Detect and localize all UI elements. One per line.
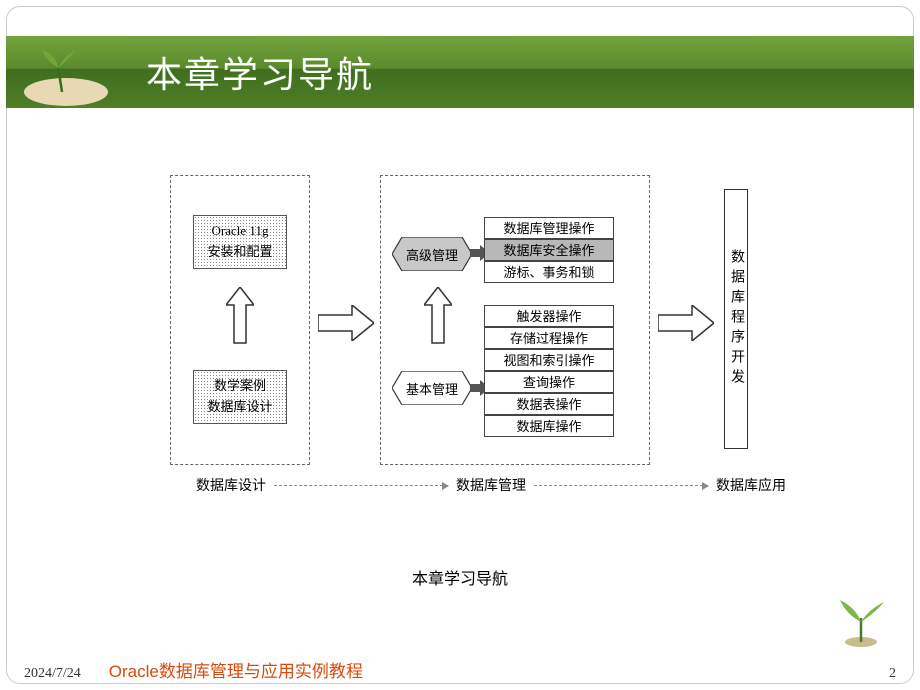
diagram: Oracle 11g 安装和配置 数学案例 数据库设计 高级管理 数据库管理操作… — [170, 175, 790, 495]
dash-arrow-icon — [534, 485, 708, 486]
seedling-icon — [16, 30, 116, 110]
cell: 视图和索引操作 — [484, 349, 614, 371]
footer-date: 2024/7/24 — [24, 666, 81, 682]
cell: 数据库管理操作 — [484, 217, 614, 239]
bottom-labels: 数据库设计 数据库管理 数据库应用 — [170, 475, 790, 495]
cell: 数据库操作 — [484, 415, 614, 437]
text: 数学案例 — [214, 376, 266, 397]
cell: 游标、事务和锁 — [484, 261, 614, 283]
text: Oracle 11g — [212, 221, 269, 242]
text: 数据库程序开发 — [726, 249, 746, 389]
footer: 2024/7/24 Oracle数据库管理与应用实例教程 2 — [24, 657, 896, 682]
text: 高级管理 — [406, 245, 458, 264]
text: 数据库设计 — [207, 397, 272, 418]
header-bar: 本章学习导航 — [6, 36, 914, 108]
slide-title: 本章学习导航 — [146, 46, 374, 98]
sprout-icon — [826, 580, 896, 650]
cell-highlighted: 数据库安全操作 — [484, 239, 614, 261]
hex-advanced: 高级管理 — [392, 237, 472, 271]
arrow-up-icon — [424, 287, 452, 347]
text: 基本管理 — [406, 379, 458, 398]
arrow-right-icon — [318, 305, 374, 341]
cell: 查询操作 — [484, 371, 614, 393]
label: 数据库设计 — [196, 475, 266, 495]
label: 数据库管理 — [456, 475, 526, 495]
cell: 存储过程操作 — [484, 327, 614, 349]
cell: 数据表操作 — [484, 393, 614, 415]
box-case-design: 数学案例 数据库设计 — [193, 370, 287, 424]
diagram-caption: 本章学习导航 — [0, 565, 920, 589]
cell: 触发器操作 — [484, 305, 614, 327]
stack-basic: 触发器操作 存储过程操作 视图和索引操作 查询操作 数据表操作 数据库操作 — [484, 305, 614, 437]
hex-basic: 基本管理 — [392, 371, 472, 405]
box-db-app-dev: 数据库程序开发 — [724, 189, 748, 449]
footer-course-title: Oracle数据库管理与应用实例教程 — [109, 657, 363, 682]
footer-page-number: 2 — [889, 666, 896, 682]
box-oracle-install: Oracle 11g 安装和配置 — [193, 215, 287, 269]
text: 安装和配置 — [207, 242, 272, 263]
stack-advanced: 数据库管理操作 数据库安全操作 游标、事务和锁 — [484, 217, 614, 283]
label: 数据库应用 — [716, 475, 786, 495]
arrow-right-icon — [658, 305, 714, 341]
dash-arrow-icon — [274, 485, 448, 486]
arrow-up-icon — [226, 287, 254, 347]
